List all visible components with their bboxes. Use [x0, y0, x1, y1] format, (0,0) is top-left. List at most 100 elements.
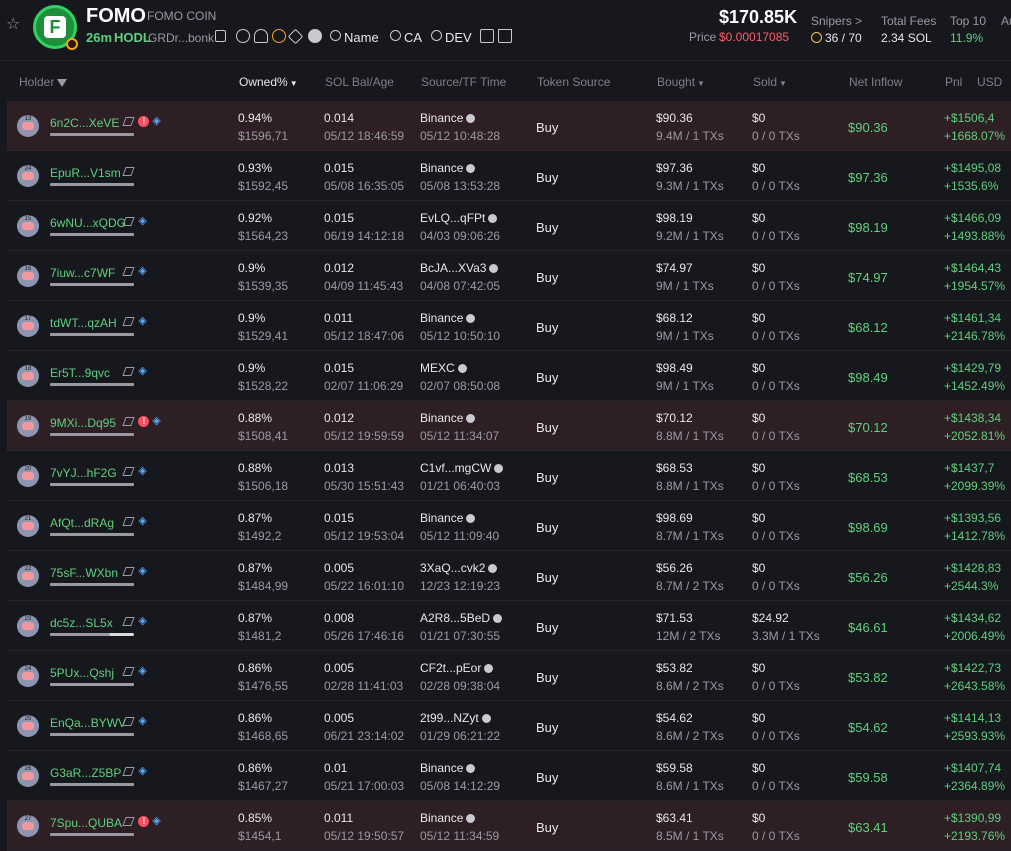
edit-icon[interactable]: [122, 467, 136, 476]
exchange-icon[interactable]: [308, 29, 322, 43]
col-holder[interactable]: Holder: [19, 75, 68, 89]
funding-source[interactable]: A2R8...5BeD: [420, 611, 503, 625]
col-usd-toggle[interactable]: USD: [977, 75, 1002, 89]
edit-icon[interactable]: [122, 717, 136, 726]
holder-address[interactable]: 6wNU...xQDG: [50, 216, 126, 230]
table-row[interactable]: 24 EpuR...V1sm 0.93% $1592,45 0.015 05/0…: [7, 151, 1011, 201]
col-bought[interactable]: Bought ▼: [657, 75, 705, 89]
sold-usd: $0: [752, 311, 766, 325]
holder-address[interactable]: AfQt...dRAg: [50, 516, 114, 530]
table-row[interactable]: 24 5PUx...Qshj ◈ 0.86% $1476,55 0.005 02…: [7, 651, 1011, 701]
edit-icon[interactable]: [122, 617, 136, 626]
globe-icon[interactable]: [236, 29, 250, 43]
pnl-usd: +$1390,99: [944, 811, 1002, 825]
table-row[interactable]: 20 7vYJ...hF2G ◈ 0.88% $1506,18 0.013 05…: [7, 451, 1011, 501]
funding-source[interactable]: Binance: [420, 311, 476, 325]
holder-address[interactable]: 7Spu...QUBA: [50, 816, 122, 830]
table-row[interactable]: 27 7Spu...QUBA ! ◈ 0.85% $1454,1 0.011 0…: [7, 801, 1011, 851]
table-row[interactable]: 15 6wNU...xQDG ◈ 0.92% $1564,23 0.015 06…: [7, 201, 1011, 251]
holder-address[interactable]: Er5T...9qvc: [50, 366, 110, 380]
holder-address[interactable]: 9MXi...Dq95: [50, 416, 116, 430]
edit-icon[interactable]: [122, 167, 136, 176]
snipers-label[interactable]: Snipers >: [811, 14, 862, 28]
holder-address[interactable]: 7iuw...c7WF: [50, 266, 115, 280]
edit-icon[interactable]: [122, 267, 136, 276]
edit-icon[interactable]: [122, 217, 136, 226]
holder-address[interactable]: EpuR...V1sm: [50, 166, 121, 180]
sol-balance: 0.01: [324, 761, 348, 775]
funding-source[interactable]: 3XaQ...cvk2: [420, 561, 498, 575]
search-name-icon[interactable]: [330, 30, 341, 41]
funding-source[interactable]: C1vf...mgCW: [420, 461, 504, 475]
funding-source[interactable]: Binance: [420, 111, 476, 125]
table-row[interactable]: 18 Er5T...9qvc ◈ 0.9% $1528,22 0.015 02/…: [7, 351, 1011, 401]
holder-address[interactable]: EnQa...BYWV: [50, 716, 126, 730]
edit-icon[interactable]: [122, 517, 136, 526]
edit-icon[interactable]: [122, 817, 136, 826]
user-icon[interactable]: [254, 29, 268, 43]
edit-icon[interactable]: [122, 767, 136, 776]
col-sol-bal[interactable]: SOL Bal/Age: [325, 75, 394, 89]
funding-source[interactable]: EvLQ...qFPt: [420, 211, 498, 225]
edit-icon[interactable]: [122, 567, 136, 576]
table-row[interactable]: 13 6n2C...XeVE ! ◈ 0.94% $1596,71 0.014 …: [7, 101, 1011, 151]
search-ca-icon[interactable]: [390, 30, 401, 41]
table-row[interactable]: 19 9MXi...Dq95 ! ◈ 0.88% $1508,41 0.012 …: [7, 401, 1011, 451]
edit-icon[interactable]: [122, 117, 136, 126]
funding-source[interactable]: Binance: [420, 411, 476, 425]
holding-bar: [50, 833, 134, 836]
edit-icon[interactable]: [122, 367, 136, 376]
bought-amount: 8.6M / 1 TXs: [656, 779, 724, 793]
col-pnl[interactable]: Pnl: [945, 75, 962, 89]
table-row[interactable]: 17 tdWT...qzAH ◈ 0.9% $1529,41 0.011 05/…: [7, 301, 1011, 351]
table-row[interactable]: 21 AfQt...dRAg ◈ 0.87% $1492,2 0.015 05/…: [7, 501, 1011, 551]
copy-icon[interactable]: [215, 30, 226, 42]
holder-address[interactable]: 75sF...WXbn: [50, 566, 118, 580]
crown-icon[interactable]: [498, 29, 512, 43]
table-row[interactable]: 16 7iuw...c7WF ◈ 0.9% $1539,35 0.012 04/…: [7, 251, 1011, 301]
search-ca-button[interactable]: CA: [404, 30, 422, 45]
pnl-usd: +$1437,7: [944, 461, 995, 475]
transfer-time: 04/08 07:42:05: [420, 279, 501, 293]
funding-source[interactable]: 2t99...NZyt: [420, 711, 491, 725]
col-net-inflow[interactable]: Net Inflow: [849, 75, 902, 89]
search-dev-icon[interactable]: [431, 30, 442, 41]
holder-address[interactable]: tdWT...qzAH: [50, 316, 117, 330]
table-row[interactable]: 22 75sF...WXbn ◈ 0.87% $1484,99 0.005 05…: [7, 551, 1011, 601]
funding-source[interactable]: Binance: [420, 511, 476, 525]
edit-icon[interactable]: [122, 317, 136, 326]
bought-amount: 9.2M / 1 TXs: [656, 229, 724, 243]
filter-icon[interactable]: [57, 79, 68, 87]
table-row[interactable]: 26 G3aR...Z5BP ◈ 0.86% $1467,27 0.01 05/…: [7, 751, 1011, 801]
pnl-percent: +2006.49%: [944, 629, 1006, 643]
search-name-button[interactable]: Name: [344, 30, 379, 45]
col-sold[interactable]: Sold ▼: [753, 75, 787, 89]
pnl-percent: +2146.78%: [944, 329, 1006, 343]
col-owned[interactable]: Owned% ▼: [239, 75, 298, 89]
warning-icon[interactable]: [272, 29, 286, 43]
snipers-value: 36 / 70: [811, 31, 862, 45]
edit-icon[interactable]: [122, 417, 136, 426]
funding-source[interactable]: MEXC: [420, 361, 467, 375]
token-source: Buy: [536, 520, 559, 535]
edit-icon[interactable]: [122, 667, 136, 676]
star-icon[interactable]: ☆: [6, 17, 22, 33]
table-row[interactable]: 23 dc5z...SL5x ◈ 0.87% $1481,2 0.008 05/…: [7, 601, 1011, 651]
owned-percent: 0.92%: [238, 211, 273, 225]
funding-source[interactable]: Binance: [420, 811, 476, 825]
telegram-icon[interactable]: [287, 28, 304, 45]
funding-source[interactable]: Binance: [420, 761, 476, 775]
holder-address[interactable]: dc5z...SL5x: [50, 616, 113, 630]
holder-address[interactable]: 6n2C...XeVE: [50, 116, 119, 130]
funding-source[interactable]: CF2t...pEor: [420, 661, 494, 675]
search-dev-button[interactable]: DEV: [445, 30, 472, 45]
col-source[interactable]: Source/TF Time: [421, 75, 506, 89]
holder-address[interactable]: 7vYJ...hF2G: [50, 466, 117, 480]
holder-address[interactable]: 5PUx...Qshj: [50, 666, 114, 680]
col-token-source[interactable]: Token Source: [537, 75, 610, 89]
table-row[interactable]: 25 EnQa...BYWV ◈ 0.86% $1468,65 0.005 06…: [7, 701, 1011, 751]
funding-source[interactable]: Binance: [420, 161, 476, 175]
funding-source[interactable]: BcJA...XVa3: [420, 261, 499, 275]
share-icon[interactable]: [480, 29, 494, 43]
holder-address[interactable]: G3aR...Z5BP: [50, 766, 121, 780]
